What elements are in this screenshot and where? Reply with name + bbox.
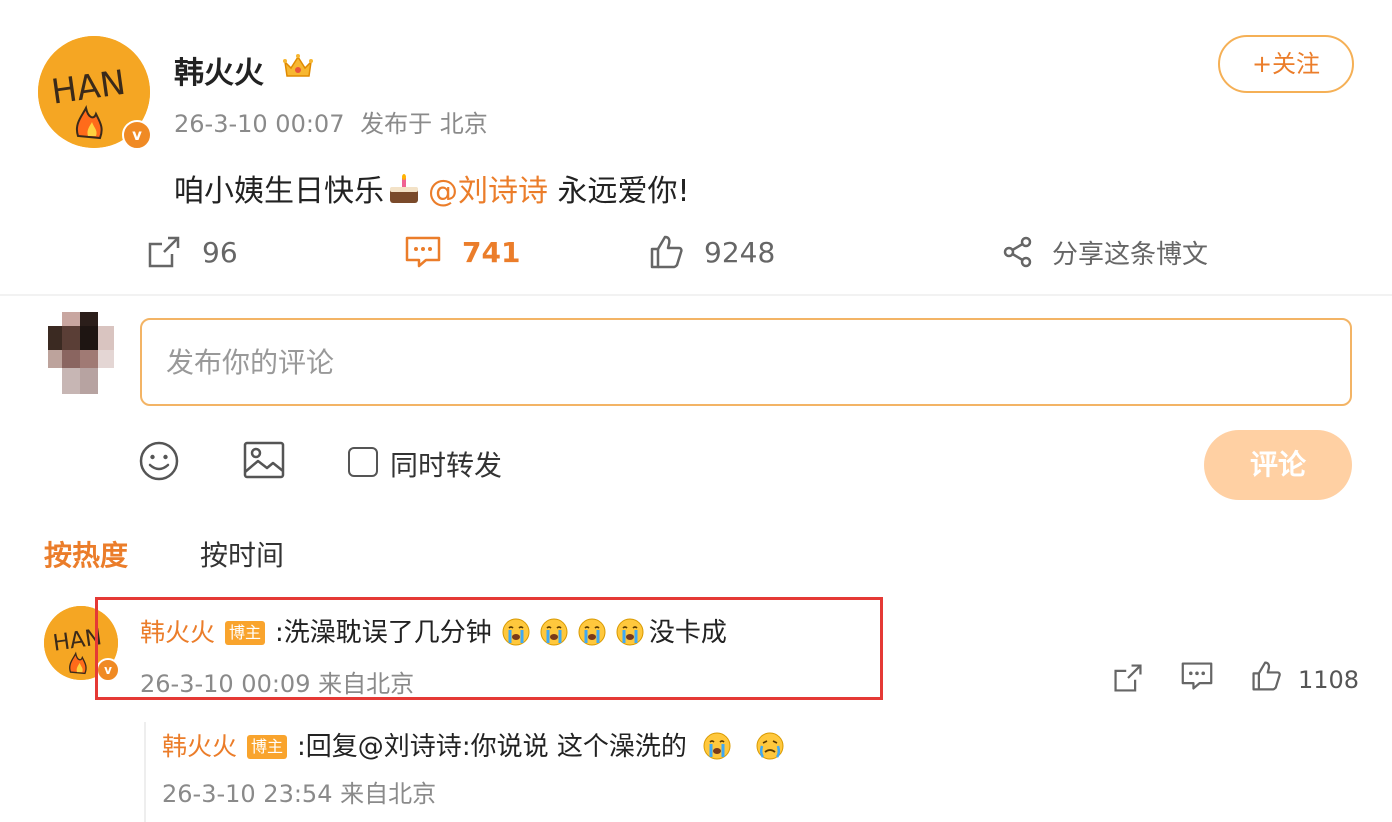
repost-checkbox-label[interactable]: 同时转发 — [390, 444, 502, 484]
comment-text: :洗澡耽误了几分钟 — [275, 618, 492, 648]
comment-text-suffix: 没卡成 — [648, 618, 727, 648]
repost-checkbox[interactable] — [348, 447, 378, 477]
sobbing-emoji-icon — [756, 732, 784, 760]
reply-thread-line — [144, 722, 146, 822]
post-location: 北京 — [439, 110, 488, 138]
like-icon — [650, 235, 683, 269]
current-user-avatar[interactable] — [48, 312, 114, 394]
like-button[interactable]: 9248 — [648, 230, 775, 274]
post-text: 咱小姨生日快乐 @刘诗诗 永远爱你! — [174, 166, 690, 210]
emoji-icon[interactable] — [138, 440, 180, 482]
blogger-badge: 博主 — [225, 621, 266, 645]
repost-count: 96 — [202, 235, 238, 269]
submit-comment-button[interactable]: 评论 — [1204, 430, 1352, 500]
crying-emoji-icon — [578, 618, 606, 646]
crying-emoji-icon — [540, 618, 568, 646]
reply-body: 韩火火 博主 :回复@刘诗诗:你说说 这个澡洗的 — [162, 726, 789, 763]
crying-emoji-icon — [502, 618, 530, 646]
reply-blogger-badge: 博主 — [247, 735, 288, 759]
comment-like-icon[interactable] — [1250, 660, 1282, 692]
tab-sort-time[interactable]: 按时间 — [200, 534, 284, 574]
reply-author[interactable]: 韩火火 — [162, 732, 237, 761]
crying-emoji-icon — [616, 618, 644, 646]
repost-icon — [148, 236, 180, 268]
section-divider — [0, 294, 1392, 296]
post-text-main: 咱小姨生日快乐 — [174, 174, 384, 209]
share-button[interactable]: 分享这条博文 — [1002, 230, 1208, 274]
reply-mention[interactable]: @刘诗诗 — [358, 732, 462, 762]
comment-count: 741 — [462, 235, 521, 269]
tab-sort-hot[interactable]: 按热度 — [44, 534, 128, 574]
follow-button[interactable]: +关注 — [1218, 35, 1354, 93]
author-avatar[interactable]: HAN v — [38, 36, 152, 150]
comment-reply-icon[interactable] — [1180, 660, 1214, 692]
crown-icon — [283, 54, 313, 77]
comment-input[interactable] — [140, 318, 1352, 406]
comment-repost-icon[interactable] — [1112, 662, 1144, 694]
comment-meta: 26-3-10 00:09 来自北京 — [140, 670, 415, 698]
share-icon — [1003, 236, 1032, 268]
image-icon[interactable] — [242, 440, 286, 480]
location-prefix: 发布于 — [360, 110, 433, 138]
verified-badge-icon: v — [122, 120, 152, 150]
share-label: 分享这条博文 — [1052, 239, 1209, 270]
comment-like-count: 1108 — [1298, 666, 1360, 694]
commenter-name[interactable]: 韩火火 — [140, 618, 215, 647]
post-mention[interactable]: @刘诗诗 — [428, 174, 548, 209]
comment-icon — [405, 236, 441, 268]
like-count: 9248 — [704, 235, 776, 269]
comment-button[interactable]: 741 — [404, 230, 520, 274]
reply-text: :你说说 这个澡洗的 — [461, 732, 687, 762]
reply-meta: 26-3-10 23:54 来自北京 — [162, 780, 437, 808]
crying-emoji-icon — [703, 732, 731, 760]
post-text-end: 永远爱你! — [557, 174, 690, 209]
post-meta: 26-3-10 00:07 发布于 北京 — [174, 104, 488, 139]
comment-body: 韩火火 博主 :洗澡耽误了几分钟 没卡成 — [140, 612, 727, 649]
post-time[interactable]: 26-3-10 00:07 — [174, 110, 344, 138]
repost-button[interactable]: 96 — [146, 230, 238, 274]
reply-prefix: :回复 — [297, 732, 358, 762]
cake-icon — [390, 174, 418, 203]
author-name[interactable]: 韩火火 — [174, 48, 264, 92]
